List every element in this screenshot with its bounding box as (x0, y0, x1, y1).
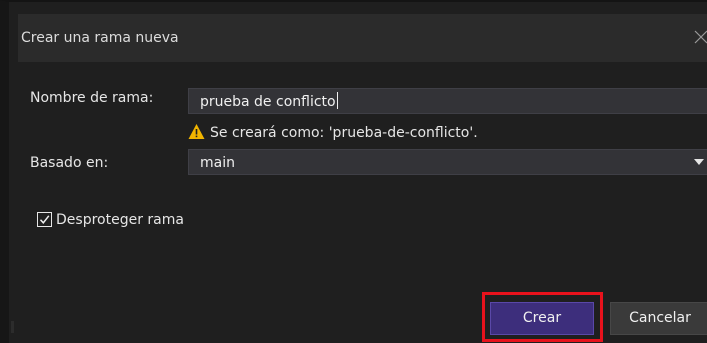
close-button[interactable] (690, 26, 707, 48)
cancel-button[interactable]: Cancelar (610, 302, 707, 335)
dialog-title: Crear una rama nueva (21, 30, 179, 46)
close-icon (694, 30, 707, 44)
based-on-value: main (200, 155, 235, 171)
warning-icon (188, 124, 205, 139)
unprotect-branch-label: Desproteger rama (56, 212, 184, 228)
based-on-label: Basado en: (30, 155, 109, 171)
unprotect-branch-checkbox[interactable] (37, 212, 52, 227)
create-button[interactable]: Crear (490, 302, 594, 335)
chevron-down-icon[interactable] (694, 159, 704, 165)
create-branch-dialog: Crear una rama nueva Nombre de rama: pru… (0, 0, 707, 343)
branch-name-label: Nombre de rama: (30, 90, 154, 106)
branch-name-warning: Se creará como: 'prueba-de-conflicto'. (188, 122, 478, 142)
branch-name-value: prueba de conflicto (200, 94, 336, 110)
based-on-select[interactable]: main (188, 149, 707, 175)
checkmark-icon (39, 215, 50, 224)
warning-text: Se creará como: 'prueba-de-conflicto'. (210, 125, 478, 141)
unprotect-branch-checkbox-row[interactable]: Desproteger rama (37, 209, 184, 229)
window-edge-mark (11, 321, 14, 333)
branch-name-input[interactable]: prueba de conflicto (188, 88, 707, 114)
dialog-titlebar: Crear una rama nueva (18, 14, 707, 62)
text-caret (336, 92, 338, 109)
